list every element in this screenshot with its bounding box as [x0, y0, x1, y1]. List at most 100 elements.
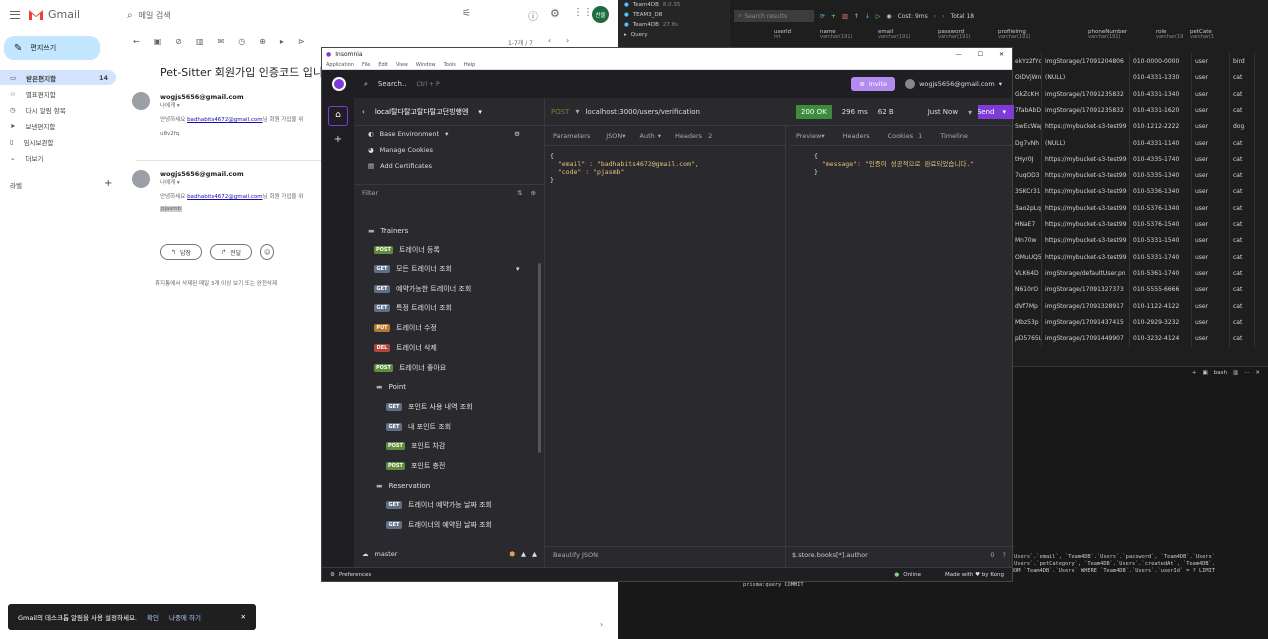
collection-name[interactable]: local탈다탈고탈다탈고던빙행엔 [375, 107, 469, 117]
results-search-input[interactable]: Search results [744, 13, 787, 20]
filter-options-icon[interactable]: ⚟ [462, 8, 471, 19]
settings-icon[interactable]: ⚙ [514, 130, 530, 138]
table-cell[interactable]: 3SKCr31 [1012, 183, 1042, 201]
column-header[interactable]: petCate varchar(1 [1184, 29, 1218, 41]
explorer-item[interactable]: ● Team4DB 8.0.35 [618, 0, 730, 10]
table-cell[interactable]: 010-5376-1340 [1130, 199, 1192, 217]
table-cell[interactable]: user [1192, 199, 1230, 217]
delete-row-icon[interactable]: ▥ [842, 13, 848, 20]
table-cell[interactable]: https://mybucket-s3-test99 [1042, 167, 1130, 185]
down-arrow-icon[interactable]: ↓ [865, 13, 870, 20]
table-cell[interactable]: 010-5376-1540 [1130, 216, 1192, 233]
request-item[interactable]: PUT 트레이너 수정 [374, 321, 437, 335]
table-row[interactable]: VLK64D imgStorage/defaultUser.pn 010-5361-… [1012, 264, 1255, 282]
table-cell[interactable]: 010-2929-3232 [1130, 313, 1192, 331]
table-cell[interactable]: 010-4331-1340 [1130, 85, 1192, 103]
nav-sent[interactable]: ➤ 보낸편지함 [0, 118, 116, 133]
menu-item[interactable]: Help [464, 62, 475, 68]
report-icon[interactable]: ⊘ [175, 37, 182, 46]
table-cell[interactable]: user [1192, 297, 1230, 315]
table-cell[interactable]: 010-3232-4124 [1130, 330, 1192, 348]
back-icon[interactable]: ‹ [362, 108, 365, 116]
table-cell[interactable]: 010-5331-1740 [1130, 248, 1192, 266]
tab-headers[interactable]: Headers [675, 132, 702, 140]
table-cell[interactable]: imgStorage/defaultUser.pn [1042, 264, 1130, 282]
delete-icon[interactable]: ▥ [196, 37, 204, 46]
table-row[interactable]: Mbz53p imgStorage/17091437415 010-2929-323… [1012, 313, 1255, 331]
tab-preview[interactable]: Preview [796, 132, 821, 140]
run-icon[interactable]: ▷ [876, 13, 881, 20]
label-icon[interactable]: ⊳ [298, 37, 305, 46]
tab-parameters[interactable]: Parameters [553, 132, 590, 140]
avatar[interactable]: 찬울 [592, 6, 609, 23]
toast-later-button[interactable]: 나중에 하기 [169, 612, 201, 622]
table-cell[interactable]: cat [1230, 264, 1255, 282]
table-cell[interactable]: user [1192, 101, 1230, 119]
table-row[interactable]: N610rO imgStorage/17091327373 010-5555-666… [1012, 281, 1255, 299]
table-row[interactable]: Mn70w https://mybucket-s3-test99 010-5331-… [1012, 232, 1255, 250]
table-row[interactable]: ekYz2fYd imgStorage/17091204806 010-0000-0… [1012, 53, 1255, 70]
results-search[interactable]: ⌕ Search results [734, 10, 814, 22]
table-cell[interactable]: 010-4331-1330 [1130, 69, 1192, 87]
table-cell[interactable]: 010-4335-1740 [1130, 150, 1192, 168]
explorer-item[interactable]: ▸ Query [618, 30, 730, 40]
folder-item[interactable]: ▬ Point [376, 380, 406, 394]
message-1[interactable]: wogjs5656@gmail.com 나에게 ▾ 안녕하세요 badhabit… [160, 93, 303, 137]
table-cell[interactable]: user [1192, 183, 1230, 201]
table-cell[interactable]: cat [1230, 248, 1255, 266]
menu-item[interactable]: Edit [378, 62, 388, 68]
table-cell[interactable]: (NULL) [1042, 69, 1130, 87]
pane-divider[interactable] [785, 126, 786, 568]
compose-button[interactable]: ✎ 편지쓰기 [4, 36, 100, 60]
table-cell[interactable]: ekYz2fYd [1012, 53, 1042, 70]
table-cell[interactable]: https://mybucket-s3-test99 [1042, 232, 1130, 250]
filter-bar[interactable]: Filter ⇅ ⊕ [354, 184, 544, 201]
recipient[interactable]: 나에게 ▾ [160, 178, 303, 186]
folder-item[interactable]: ▬ Reservation [376, 479, 430, 493]
folder-item[interactable]: ▬ Trainers [368, 224, 408, 238]
email-link[interactable]: badhabits4672@gmail.com [187, 194, 263, 200]
table-cell[interactable]: imgStorage/17091235832 [1042, 85, 1130, 103]
gmail-logo[interactable]: Gmail [28, 8, 80, 21]
request-item[interactable]: GET 트레이너 예약가능 날짜 조회 [386, 498, 492, 512]
snooze-icon[interactable]: ◷ [238, 37, 245, 46]
table-cell[interactable]: cat [1230, 134, 1255, 152]
request-item[interactable]: POST 트레이너 등록 [374, 243, 440, 257]
table-cell[interactable]: https://mybucket-s3-test99 [1042, 183, 1130, 201]
help-icon[interactable]: ⓘ [528, 8, 538, 23]
table-cell[interactable]: bird [1230, 53, 1255, 70]
column-header[interactable]: userId int [768, 29, 814, 41]
table-cell[interactable]: cat [1230, 85, 1255, 103]
close-icon[interactable]: ✕ [1255, 370, 1260, 376]
footer-note[interactable]: 휴지통에서 삭제된 메일 3개 이상 보기 또는 완전삭제 [155, 279, 277, 287]
apps-icon[interactable]: ⋮⋮ [573, 7, 593, 18]
request-item[interactable]: GET 포인트 사용 내역 조회 [386, 400, 473, 414]
table-cell[interactable]: 010-5555-6666 [1130, 281, 1192, 299]
close-icon[interactable]: ✕ [241, 613, 246, 621]
table-cell[interactable]: imgStorage/17091235832 [1042, 101, 1130, 119]
tab-json[interactable]: JSON [606, 132, 622, 140]
pull-icon[interactable]: ▲ [521, 550, 526, 558]
prev-page-icon[interactable]: ‹ [548, 36, 551, 45]
table-cell[interactable]: 7uqOD3 [1012, 167, 1042, 185]
table-cell[interactable]: N610rO [1012, 281, 1042, 299]
prev-page-icon[interactable]: ‹ [934, 13, 936, 20]
table-row[interactable]: GkZcKH imgStorage/17091235832 010-4331-134… [1012, 85, 1255, 103]
table-cell[interactable]: cat [1230, 199, 1255, 217]
request-item[interactable]: GET 예약가능한 트레이너 조회 [374, 282, 471, 296]
search-input[interactable]: 메일 검색 [139, 10, 171, 21]
close-icon[interactable]: ✕ [999, 51, 1004, 58]
table-cell[interactable]: imgStorage/17091204806 [1042, 53, 1130, 70]
toast-ok-button[interactable]: 확인 [147, 612, 159, 622]
table-cell[interactable]: user [1192, 69, 1230, 87]
table-cell[interactable]: pD5765L [1012, 330, 1042, 348]
menu-item[interactable]: View [396, 62, 408, 68]
table-cell[interactable]: user [1192, 232, 1230, 250]
git-icon[interactable]: ⬢ [509, 550, 515, 558]
table-cell[interactable]: (NULL) [1042, 134, 1130, 152]
tab-response-headers[interactable]: Headers [843, 132, 870, 140]
request-menu-icon[interactable]: ▾ [516, 265, 520, 273]
table-cell[interactable]: https://mybucket-s3-test99 [1042, 199, 1130, 217]
table-row[interactable]: dVf7Mp imgStorage/17091328917 010-1122-412… [1012, 297, 1255, 315]
recipient[interactable]: 나에게 ▾ [160, 101, 303, 109]
